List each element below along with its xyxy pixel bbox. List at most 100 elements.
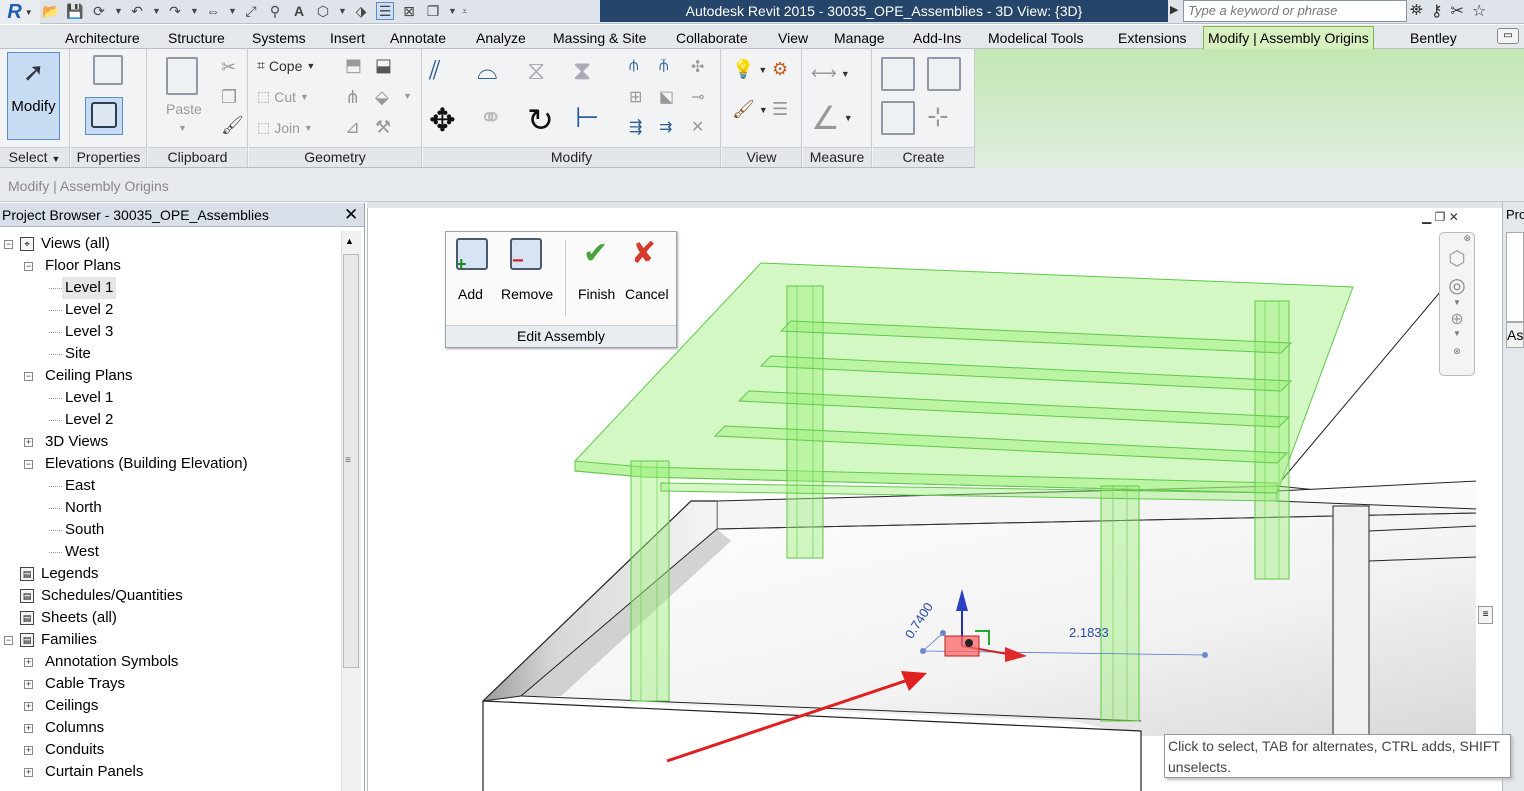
select-dropdown[interactable]: Select ▼ — [0, 147, 69, 167]
chevron-down-icon[interactable]: ▼ — [152, 6, 161, 16]
move-icon[interactable]: ✥ — [429, 101, 456, 139]
expand-icon[interactable]: + — [24, 658, 33, 667]
3d-view-icon[interactable]: ⬡ — [314, 2, 332, 20]
customize-qat-icon[interactable]: ⩡ — [462, 6, 470, 17]
redo-icon[interactable]: ↷ — [166, 2, 184, 20]
cope-button[interactable]: ⌗ Cope ▼ — [257, 57, 315, 74]
communication-icon[interactable]: ✂ — [1451, 1, 1464, 21]
split-icon[interactable]: ⫛ — [629, 57, 639, 75]
copy-icon[interactable]: ❐ — [221, 87, 237, 108]
close-icon[interactable]: ✕ — [344, 205, 358, 225]
tree-item-el-west[interactable]: West — [65, 541, 99, 563]
dimension-icon[interactable]: ⤢ — [242, 2, 260, 20]
chevron-down-icon[interactable]: ▼ — [178, 123, 187, 133]
minimize-ribbon-icon[interactable]: ▭ — [1497, 28, 1519, 44]
search-input[interactable]: Type a keyword or phrase — [1183, 0, 1407, 22]
offset-icon[interactable]: ⌓ — [477, 55, 498, 87]
demolish-icon[interactable]: ⊿ — [345, 117, 360, 138]
tree-item-el-east[interactable]: East — [65, 475, 95, 497]
chevron-down-icon[interactable]: ▼ — [448, 6, 457, 16]
paste-icon[interactable] — [166, 57, 198, 95]
trim-multiple-icon[interactable]: ⇶ — [629, 117, 642, 137]
tree-item-sheets[interactable]: Sheets (all) — [41, 607, 117, 629]
tree-item-fp-site[interactable]: Site — [65, 343, 91, 365]
tab-bentley[interactable]: Bentley — [1406, 28, 1461, 48]
restore-icon[interactable]: ❐ — [1435, 210, 1446, 224]
tree-item-cp-level2[interactable]: Level 2 — [65, 409, 113, 431]
expand-icon[interactable]: + — [24, 746, 33, 755]
create-assembly-icon[interactable] — [881, 57, 915, 91]
tab-modelical-tools[interactable]: Modelical Tools — [984, 28, 1087, 48]
split-gap-icon[interactable]: ⫚ — [659, 57, 669, 75]
zoom-region-icon[interactable]: ⊕ — [1440, 309, 1474, 329]
tree-item-fam-curtain[interactable]: Curtain Panels — [45, 761, 143, 783]
cancel-button[interactable]: ✘ Cancel — [624, 236, 674, 316]
collapse-icon[interactable]: − — [4, 240, 13, 249]
join-button[interactable]: ⬚ Join ▼ — [257, 119, 313, 136]
chevron-down-icon[interactable]: ▼ — [114, 6, 123, 16]
paint-icon[interactable]: ⬙ — [375, 87, 389, 108]
scale-icon[interactable]: ⬕ — [659, 87, 674, 107]
tree-item-fam-columns[interactable]: Columns — [45, 717, 104, 739]
chevron-down-icon[interactable]: ▼ — [1440, 329, 1474, 338]
trim-single-icon[interactable]: ⇉ — [659, 117, 672, 137]
copy-elements-icon[interactable]: ⚭ — [479, 101, 502, 134]
finish-button[interactable]: ✔ Finish — [573, 236, 621, 316]
customize-icon[interactable]: ⊗ — [1440, 346, 1474, 357]
scroll-grip-icon[interactable]: ≡ — [1478, 606, 1493, 624]
tree-item-ceiling-plans[interactable]: Ceiling Plans — [45, 365, 133, 387]
assembly-field[interactable]: As — [1506, 322, 1524, 348]
unpin-icon[interactable]: ✣ — [691, 57, 704, 77]
create-parts-icon[interactable] — [927, 57, 961, 91]
tab-structure[interactable]: Structure — [164, 28, 229, 48]
undo-icon[interactable]: ↶ — [128, 2, 146, 20]
expand-icon[interactable]: + — [24, 724, 33, 733]
chevron-down-icon[interactable]: ▼ — [1440, 298, 1474, 307]
chevron-down-icon[interactable]: ▼ — [338, 6, 347, 16]
section-icon[interactable]: ⬗ — [352, 2, 370, 20]
chevron-down-icon[interactable]: ▼ — [403, 91, 412, 101]
tab-systems[interactable]: Systems — [248, 28, 310, 48]
switch-windows-icon[interactable]: ❐ — [424, 2, 442, 20]
chevron-down-icon[interactable]: ▼ — [228, 6, 237, 16]
application-menu-button[interactable]: R ▼ — [0, 0, 40, 24]
scroll-up-icon[interactable]: ▲ — [345, 236, 354, 246]
tab-view[interactable]: View — [774, 28, 812, 48]
cut-icon[interactable]: ✂ — [221, 57, 236, 78]
hide-isolate-icon[interactable]: 💡 ▼ — [732, 59, 767, 80]
close-view-icon[interactable]: ✕ — [1449, 210, 1459, 224]
tree-item-fam-cable[interactable]: Cable Trays — [45, 673, 125, 695]
tab-annotate[interactable]: Annotate — [386, 28, 450, 48]
tree-item-views-3d[interactable]: 3D Views — [45, 431, 108, 453]
tab-modify-assembly-origins[interactable]: Modify | Assembly Origins — [1203, 26, 1374, 50]
cut-geometry-button[interactable]: ⬚ Cut ▼ — [257, 88, 309, 105]
tab-architecture[interactable]: Architecture — [61, 28, 144, 48]
view-toggle-icon[interactable]: ☰ — [772, 99, 788, 120]
tree-item-el-north[interactable]: North — [65, 497, 102, 519]
steering-wheel-icon[interactable]: ◎ — [1440, 273, 1474, 298]
dimension-label-horizontal[interactable]: 2.1833 — [1069, 625, 1109, 640]
save-icon[interactable]: 💾 — [66, 2, 84, 20]
create-similar-icon[interactable]: ⊹ — [927, 101, 949, 132]
pin-icon[interactable]: ⊸ — [691, 87, 704, 107]
tree-item-fam-conduits[interactable]: Conduits — [45, 739, 104, 761]
viewcube-icon[interactable]: ⬡ — [1440, 246, 1474, 271]
viewport-scrollbar[interactable]: ≡ — [1476, 208, 1495, 791]
text-icon[interactable]: A — [290, 2, 308, 20]
tree-item-legends[interactable]: Legends — [41, 563, 99, 585]
tab-extensions[interactable]: Extensions — [1114, 28, 1190, 48]
open-icon[interactable]: 📂 — [42, 2, 60, 20]
split-face-icon[interactable]: ⬓ — [375, 55, 392, 76]
wall-joins-icon[interactable]: ⬒ — [345, 55, 362, 76]
tab-analyze[interactable]: Analyze — [472, 28, 530, 48]
mirror-axis-icon[interactable]: ⧖ — [527, 55, 545, 87]
tab-manage[interactable]: Manage — [830, 28, 889, 48]
measure-distance-icon[interactable]: ⟷ ▼ — [811, 63, 850, 84]
properties-tab[interactable]: Pro — [1506, 207, 1524, 222]
dimension-angular-icon[interactable]: ∠ ▼ — [811, 99, 853, 137]
tab-massing-site[interactable]: Massing & Site — [549, 28, 650, 48]
tree-item-fp-level3[interactable]: Level 3 — [65, 321, 113, 343]
tree-item-families[interactable]: Families — [41, 629, 97, 651]
hammer-icon[interactable]: ⚒ — [375, 117, 391, 138]
type-selector[interactable] — [1506, 232, 1524, 322]
